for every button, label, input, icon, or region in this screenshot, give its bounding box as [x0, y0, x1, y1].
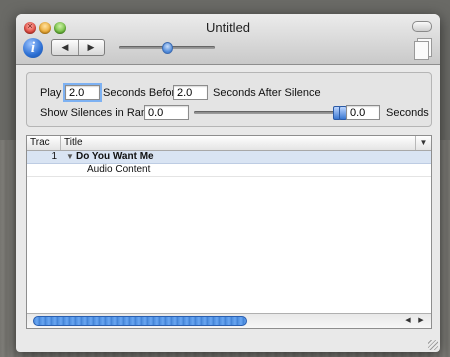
resize-grip[interactable]: [428, 340, 438, 350]
scroll-left-icon[interactable]: ◀: [402, 315, 414, 327]
scroll-right-icon[interactable]: ▶: [415, 315, 427, 327]
range-max-field[interactable]: 0.0: [346, 105, 380, 120]
seconds-after-field[interactable]: 2.0: [173, 85, 208, 100]
title-bar: × Untitled i ◀ ▶: [16, 14, 440, 65]
column-header-title[interactable]: Title: [61, 136, 416, 150]
play-label: Play: [40, 87, 62, 99]
track-subitem: Audio Content: [87, 164, 151, 175]
scrollbar-thumb[interactable]: [33, 316, 247, 326]
range-slider[interactable]: [194, 106, 347, 120]
info-icon[interactable]: i: [23, 38, 43, 58]
document-icon[interactable]: [413, 38, 432, 60]
column-menu-icon[interactable]: ▼: [416, 136, 431, 150]
silence-settings-panel: Play 2.0 Seconds Before, 2.0 Seconds Aft…: [26, 72, 432, 127]
column-header-track[interactable]: Trac: [27, 136, 61, 150]
range-unit-label: Seconds: [386, 107, 429, 119]
back-button[interactable]: ◀: [52, 40, 79, 55]
range-min-field[interactable]: 0.0: [144, 105, 189, 120]
toolbar-toggle-button[interactable]: [412, 21, 432, 32]
table-row[interactable]: 1 ▼ Do You Want Me: [27, 151, 431, 164]
forward-button[interactable]: ▶: [78, 40, 104, 55]
table-row[interactable]: Audio Content: [27, 164, 431, 177]
tracks-table: Trac Title ▼ 1 ▼ Do You Want Me Audio Co…: [26, 135, 432, 329]
track-number: 1: [51, 151, 57, 162]
seconds-before-field[interactable]: 2.0: [63, 83, 102, 102]
navigation-segmented-control: ◀ ▶: [51, 39, 105, 56]
seconds-after-label: Seconds After Silence: [213, 87, 321, 99]
window-title: Untitled: [205, 20, 251, 35]
zoom-slider-thumb[interactable]: [162, 42, 173, 54]
app-window: × Untitled i ◀ ▶ Play 2.0 Seconds Before…: [16, 14, 440, 352]
disclosure-triangle-icon[interactable]: ▼: [66, 151, 74, 163]
table-header: Trac Title ▼: [27, 136, 431, 151]
track-title: Do You Want Me: [76, 151, 154, 162]
zoom-slider[interactable]: [119, 42, 215, 54]
document-front-page: [414, 41, 429, 60]
horizontal-scrollbar[interactable]: ◀ ▶: [27, 313, 431, 328]
